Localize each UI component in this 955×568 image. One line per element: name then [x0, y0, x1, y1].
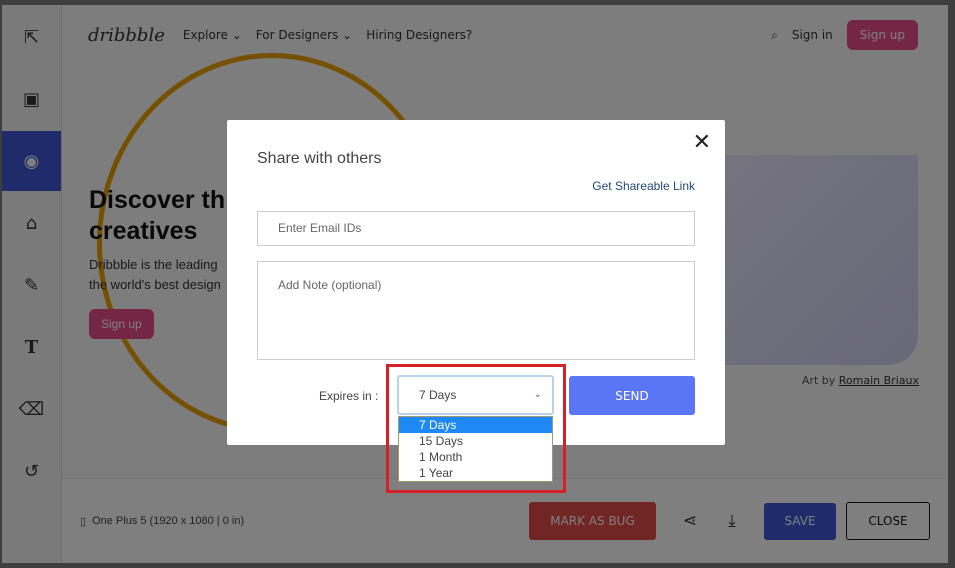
send-button[interactable]: SEND: [569, 376, 695, 415]
get-shareable-link[interactable]: Get Shareable Link: [592, 179, 695, 193]
highlight-box: [386, 364, 566, 493]
expires-label: Expires in :: [319, 389, 379, 403]
modal-title: Share with others: [257, 150, 382, 167]
note-textarea[interactable]: Add Note (optional): [257, 261, 695, 360]
close-icon[interactable]: ✕: [693, 130, 711, 155]
email-input[interactable]: Enter Email IDs: [257, 211, 695, 246]
